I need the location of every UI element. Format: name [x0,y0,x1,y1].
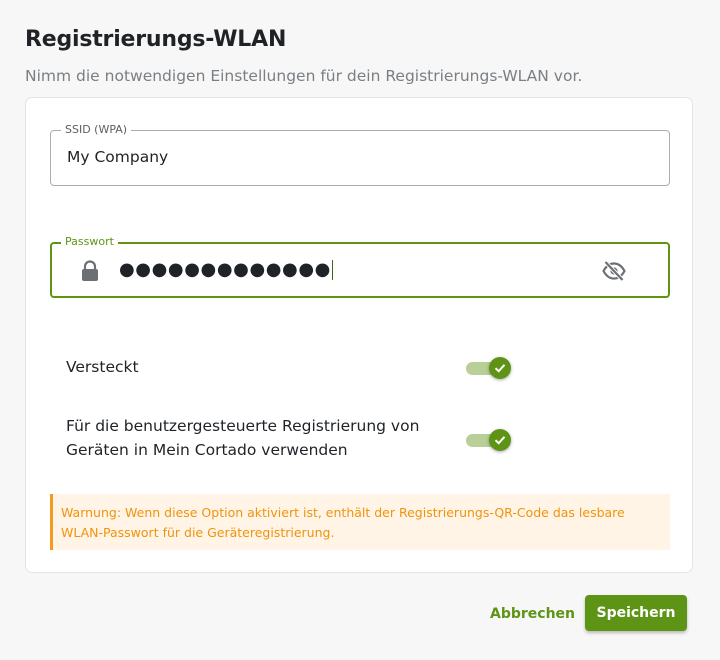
cancel-button[interactable]: Abbrechen [490,600,575,628]
ssid-field[interactable]: SSID (WPA) My Company [50,123,670,186]
check-icon [494,436,506,445]
ssid-value[interactable]: My Company [67,148,168,166]
self-registration-toggle[interactable] [466,429,511,451]
dialog-subtitle: Nimm die notwendigen Einstellungen für d… [25,67,583,85]
password-field[interactable]: Passwort ●●●●●●●●●●●●● [50,235,670,298]
self-registration-label: Für die benutzergesteuerte Registrierung… [66,417,420,459]
warning-message: Warnung: Wenn diese Option aktiviert ist… [50,494,670,550]
text-caret [331,260,333,280]
hidden-label: Versteckt [66,358,139,376]
check-icon [494,364,506,373]
ssid-label: SSID (WPA) [61,123,132,137]
hidden-toggle[interactable] [466,357,511,379]
toggle-knob [489,429,511,451]
lock-icon [80,260,100,282]
toggle-knob [489,357,511,379]
password-value[interactable]: ●●●●●●●●●●●●● [119,259,333,280]
dialog-title: Registrierungs-WLAN [25,27,287,52]
save-button[interactable]: Speichern [585,595,687,631]
password-label: Passwort [61,235,118,249]
settings-card: SSID (WPA) My Company Passwort ●●●●●●●●●… [25,97,693,573]
eye-off-icon[interactable] [602,260,626,282]
wlan-dialog: Registrierungs-WLAN Nimm die notwendigen… [0,0,720,660]
